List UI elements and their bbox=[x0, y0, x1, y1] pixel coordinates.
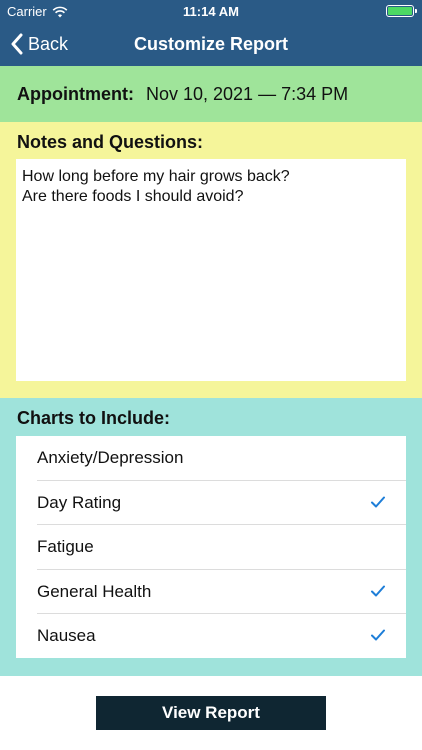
status-time: 11:14 AM bbox=[183, 4, 239, 19]
checkmark-icon bbox=[371, 585, 385, 596]
customize-report-screen: Carrier 11:14 AM Back Customize Report A… bbox=[0, 0, 422, 750]
chart-option-label: General Health bbox=[37, 581, 152, 601]
notes-section: Notes and Questions: How long before my … bbox=[0, 122, 422, 398]
chart-option-day-rating[interactable]: Day Rating bbox=[16, 481, 406, 526]
chart-option-fatigue[interactable]: Fatigue bbox=[16, 525, 406, 570]
bottom-bar: View Report bbox=[0, 676, 422, 750]
appointment-section[interactable]: Appointment: Nov 10, 2021 — 7:34 PM bbox=[0, 66, 422, 122]
notes-label: Notes and Questions: bbox=[17, 132, 204, 152]
view-report-button[interactable]: View Report bbox=[96, 696, 326, 730]
battery-icon bbox=[386, 5, 417, 17]
chart-option-label: Fatigue bbox=[37, 537, 94, 557]
appointment-value[interactable]: Nov 10, 2021 — 7:34 PM bbox=[146, 84, 348, 105]
page-title: Customize Report bbox=[133, 34, 288, 54]
charts-label: Charts to Include: bbox=[17, 408, 171, 428]
chart-option-general-health[interactable]: General Health bbox=[16, 570, 406, 615]
status-bar: Carrier 11:14 AM bbox=[0, 0, 422, 22]
chart-option-label: Anxiety/Depression bbox=[37, 448, 184, 468]
chart-option-anxiety-depression[interactable]: Anxiety/Depression bbox=[16, 436, 406, 481]
battery-level bbox=[388, 7, 412, 15]
appointment-label: Appointment: bbox=[17, 83, 134, 104]
checkmark-icon bbox=[371, 496, 385, 507]
navigation-bar: Back Customize Report bbox=[0, 22, 422, 66]
charts-list: Anxiety/Depression Day Rating Fatigue Ge… bbox=[16, 436, 406, 658]
charts-section: Charts to Include: Anxiety/Depression Da… bbox=[0, 398, 422, 676]
battery-nub bbox=[415, 9, 417, 13]
notes-textarea[interactable]: How long before my hair grows back? Are … bbox=[16, 159, 406, 381]
chart-option-label: Day Rating bbox=[37, 492, 122, 512]
chart-option-nausea[interactable]: Nausea bbox=[16, 614, 406, 659]
top-bar: Carrier 11:14 AM Back Customize Report bbox=[0, 0, 422, 66]
chart-option-label: Nausea bbox=[37, 626, 96, 646]
checkmark-icon bbox=[371, 629, 385, 641]
